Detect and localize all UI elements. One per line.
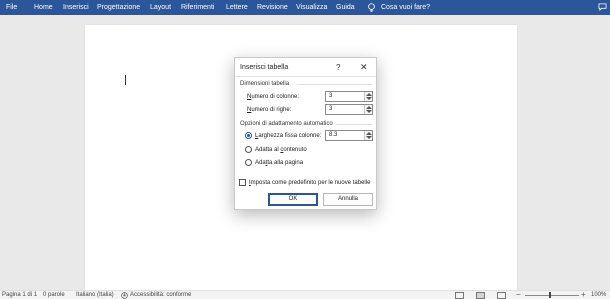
page-count[interactable]: Pagina 1 di 1 [2, 292, 37, 298]
remember-checkbox[interactable] [239, 179, 246, 186]
tab-mailings[interactable]: Lettere [226, 4, 248, 11]
tab-view[interactable]: Visualizza [296, 4, 327, 11]
fixed-width-stepper[interactable]: 8.3 [325, 130, 373, 141]
fixed-width-value: 8.3 [329, 132, 338, 138]
title-divider [235, 76, 376, 77]
autofit-group-label: Opzioni di adattamento automatico [240, 121, 333, 127]
tab-references[interactable]: Riferimenti [181, 4, 214, 11]
group-divider [336, 124, 372, 125]
word-count[interactable]: 0 parole [43, 292, 65, 298]
fit-window-label: Adatta alla pagina [255, 160, 304, 166]
stepper-arrows[interactable] [364, 92, 372, 101]
fixed-width-radio[interactable] [245, 132, 252, 139]
tab-design[interactable]: Progettazione [97, 4, 140, 11]
text-cursor [125, 75, 126, 85]
menu-bar: File Home Inserisci Progettazione Layout… [0, 0, 610, 15]
accessibility-icon [121, 292, 128, 299]
fit-content-radio[interactable] [245, 146, 252, 153]
status-bar: Pagina 1 di 1 0 parole Italiano (Italia)… [0, 290, 610, 299]
language-indicator[interactable]: Italiano (Italia) [76, 292, 114, 298]
lightbulb-icon [368, 3, 375, 12]
tell-me-search[interactable]: Cosa vuoi fare? [381, 4, 430, 11]
ok-button[interactable]: OK [268, 193, 318, 206]
tab-layout[interactable]: Layout [150, 4, 171, 11]
columns-label: Numero di colonne: [247, 94, 300, 100]
columns-stepper[interactable]: 3 [325, 91, 373, 102]
dialog-title: Inserisci tabella [240, 64, 289, 71]
insert-table-dialog: Inserisci tabella ? ✕ Dimensioni tabella… [234, 57, 377, 210]
fit-content-label: Adatta al contenuto [255, 147, 307, 153]
read-mode-icon[interactable] [455, 292, 464, 299]
tab-review[interactable]: Revisione [257, 4, 288, 11]
fixed-width-label: Larghezza fissa colonne: [255, 133, 322, 139]
group-divider [297, 84, 372, 85]
tab-file[interactable]: File [6, 4, 17, 11]
columns-value: 3 [329, 93, 333, 99]
close-button[interactable]: ✕ [360, 62, 368, 73]
remember-label: Imposta come predefinito per le nuove ta… [249, 180, 371, 186]
zoom-slider-thumb[interactable] [549, 292, 551, 298]
zoom-in-button[interactable]: + [581, 290, 586, 299]
help-button[interactable]: ? [336, 63, 340, 72]
stepper-arrows[interactable] [364, 105, 372, 114]
rows-label: Numero di righe: [247, 107, 292, 113]
zoom-out-button[interactable]: − [516, 290, 521, 299]
tab-insert[interactable]: Inserisci [63, 4, 89, 11]
cancel-button[interactable]: Annulla [323, 193, 373, 206]
web-layout-icon[interactable] [497, 292, 506, 299]
accessibility-status[interactable]: Accessibilità: conforme [130, 292, 191, 298]
tab-home[interactable]: Home [34, 4, 53, 11]
print-layout-icon[interactable] [476, 292, 485, 299]
rows-stepper[interactable]: 3 [325, 104, 373, 115]
table-size-group-label: Dimensioni tabella [240, 81, 290, 87]
tab-help[interactable]: Guida [336, 4, 355, 11]
comment-icon[interactable] [598, 3, 607, 11]
zoom-slider[interactable] [525, 295, 579, 296]
zoom-level[interactable]: 100% [591, 292, 606, 298]
fit-window-radio[interactable] [245, 159, 252, 166]
rows-value: 3 [329, 106, 333, 112]
stepper-arrows[interactable] [364, 131, 372, 140]
